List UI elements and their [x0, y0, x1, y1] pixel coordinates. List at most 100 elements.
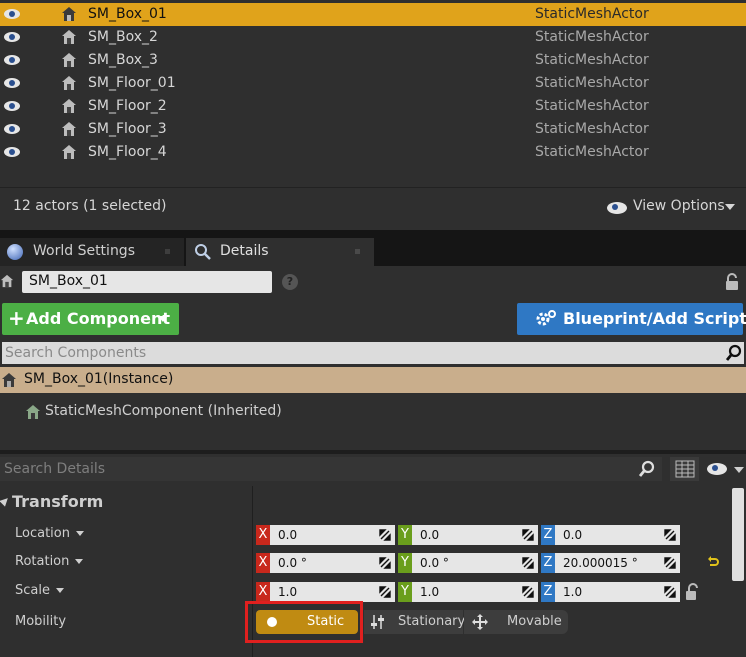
axis-z-label: Z	[541, 525, 555, 545]
drag-arrows-icon	[664, 586, 676, 598]
search-components-input[interactable]: Search Components	[2, 342, 744, 364]
eye-icon[interactable]	[4, 124, 20, 134]
scale-z-field[interactable]: 1.0	[555, 582, 680, 602]
transform-header[interactable]: Transform	[0, 486, 252, 516]
outliner-rows: SM_Box_01 StaticMeshActor SM_Box_2 Stati…	[0, 3, 746, 168]
details-panel: SM_Box_01 ? + Add Component Blueprint/Ad…	[0, 266, 746, 657]
location-x-field[interactable]: 0.0	[270, 525, 395, 545]
location-y-field[interactable]: 0.0	[412, 525, 538, 545]
component-tree-item[interactable]: StaticMeshComponent (Inherited)	[0, 399, 746, 423]
unlock-icon[interactable]	[685, 583, 701, 601]
property-matrix-button[interactable]	[670, 457, 699, 481]
eye-icon[interactable]	[4, 55, 20, 65]
stationary-icon	[371, 615, 384, 629]
blueprint-add-script-button[interactable]: Blueprint/Add Script	[517, 303, 746, 335]
reset-to-default-icon[interactable]	[707, 556, 719, 568]
scale-y-field[interactable]: 1.0	[412, 582, 538, 602]
tab-details[interactable]: Details	[186, 238, 374, 266]
drag-arrows-icon	[664, 557, 676, 569]
rotation-z-field[interactable]: 20.000015 °	[555, 553, 680, 573]
move-arrows-icon	[472, 614, 488, 630]
outliner-row[interactable]: SM_Box_2 StaticMeshActor	[0, 26, 746, 49]
section-divider	[0, 450, 746, 454]
axis-x-label: X	[256, 582, 270, 602]
eye-icon[interactable]	[4, 9, 20, 19]
actor-name-field[interactable]: SM_Box_01	[22, 271, 272, 293]
scale-z-value: 1.0	[563, 585, 583, 599]
static-mesh-actor-icon	[62, 53, 76, 67]
outliner-row[interactable]: SM_Floor_2 StaticMeshActor	[0, 95, 746, 118]
mobility-stationary-label: Stationary	[398, 614, 466, 629]
grid-icon	[675, 460, 695, 478]
details-view-options[interactable]	[705, 459, 745, 479]
static-mesh-actor-icon	[62, 7, 76, 21]
search-icon	[638, 460, 655, 477]
view-options-label: View Options	[633, 198, 725, 214]
tab-label: Details	[220, 243, 269, 259]
outliner-row-type: StaticMeshActor	[535, 121, 649, 137]
axis-x-label: X	[256, 525, 270, 545]
rotation-y-field[interactable]: 0.0 °	[412, 553, 538, 573]
outliner-row[interactable]: SM_Floor_3 StaticMeshActor	[0, 118, 746, 141]
drag-arrows-icon	[522, 557, 534, 569]
outliner-row-type: StaticMeshActor	[535, 52, 649, 68]
mobility-movable-option[interactable]: Movable	[464, 610, 568, 634]
scale-x-field[interactable]: 1.0	[270, 582, 395, 602]
drag-arrows-icon	[379, 529, 391, 541]
location-y-value: 0.0	[420, 528, 440, 542]
blueprint-label: Blueprint/Add Script	[563, 309, 746, 328]
outliner-row-name: SM_Floor_01	[88, 75, 176, 91]
tab-label: World Settings	[33, 243, 135, 259]
tab-world-settings[interactable]: World Settings	[0, 238, 184, 266]
outliner-row[interactable]: SM_Floor_01 StaticMeshActor	[0, 72, 746, 95]
location-z-value: 0.0	[563, 528, 583, 542]
axis-y-label: Y	[398, 582, 412, 602]
close-icon[interactable]	[355, 249, 360, 254]
outliner-row[interactable]: SM_Floor_4 StaticMeshActor	[0, 141, 746, 164]
eye-icon[interactable]	[4, 147, 20, 157]
static-mesh-actor-icon	[62, 122, 76, 136]
radio-icon	[267, 617, 277, 627]
eye-icon[interactable]	[4, 78, 20, 88]
drag-arrows-icon	[522, 529, 534, 541]
help-icon[interactable]: ?	[282, 274, 298, 290]
chevron-down-icon	[75, 531, 84, 536]
outliner-row-name: SM_Floor_4	[88, 144, 167, 160]
add-component-button[interactable]: + Add Component	[2, 303, 179, 335]
rotation-z-value: 20.000015 °	[563, 556, 638, 570]
eye-icon[interactable]	[4, 32, 20, 42]
add-component-label: Add Component	[26, 309, 170, 328]
scale-label[interactable]: Scale	[15, 583, 64, 598]
eye-icon	[607, 202, 627, 214]
location-label[interactable]: Location	[15, 526, 84, 541]
rotation-y-value: 0.0 °	[420, 556, 449, 570]
mobility-stationary-option[interactable]: Stationary	[364, 610, 466, 634]
axis-y-label: Y	[398, 553, 412, 573]
collapse-arrow-icon	[0, 495, 11, 507]
actor-icon	[0, 274, 14, 288]
outliner-row-name: SM_Box_2	[88, 29, 158, 45]
scale-y-value: 1.0	[420, 585, 440, 599]
outliner-row[interactable]: SM_Box_3 StaticMeshActor	[0, 49, 746, 72]
outliner-row[interactable]: SM_Box_01 StaticMeshActor	[0, 3, 746, 26]
chevron-down-icon	[75, 559, 84, 564]
static-mesh-actor-icon	[62, 30, 76, 44]
close-icon[interactable]	[165, 249, 170, 254]
actor-count-status: 12 actors (1 selected)	[13, 198, 167, 214]
mobility-label: Mobility	[15, 614, 67, 629]
magnifier-icon	[195, 244, 211, 260]
search-details-placeholder: Search Details	[4, 461, 106, 477]
eye-icon[interactable]	[4, 101, 20, 111]
rotation-x-field[interactable]: 0.0 °	[270, 553, 395, 573]
outliner-row-type: StaticMeshActor	[535, 98, 649, 114]
search-details-input[interactable]: Search Details	[0, 457, 662, 481]
drag-arrows-icon	[664, 529, 676, 541]
location-z-field[interactable]: 0.0	[555, 525, 680, 545]
chevron-down-icon	[55, 588, 64, 593]
component-instance-row[interactable]: SM_Box_01(Instance)	[0, 367, 746, 393]
lock-icon[interactable]	[724, 273, 740, 291]
axis-z-label: Z	[541, 582, 555, 602]
mobility-static-option[interactable]: Static	[256, 610, 358, 634]
details-scrollbar[interactable]	[732, 488, 744, 581]
rotation-label[interactable]: Rotation	[15, 554, 84, 569]
